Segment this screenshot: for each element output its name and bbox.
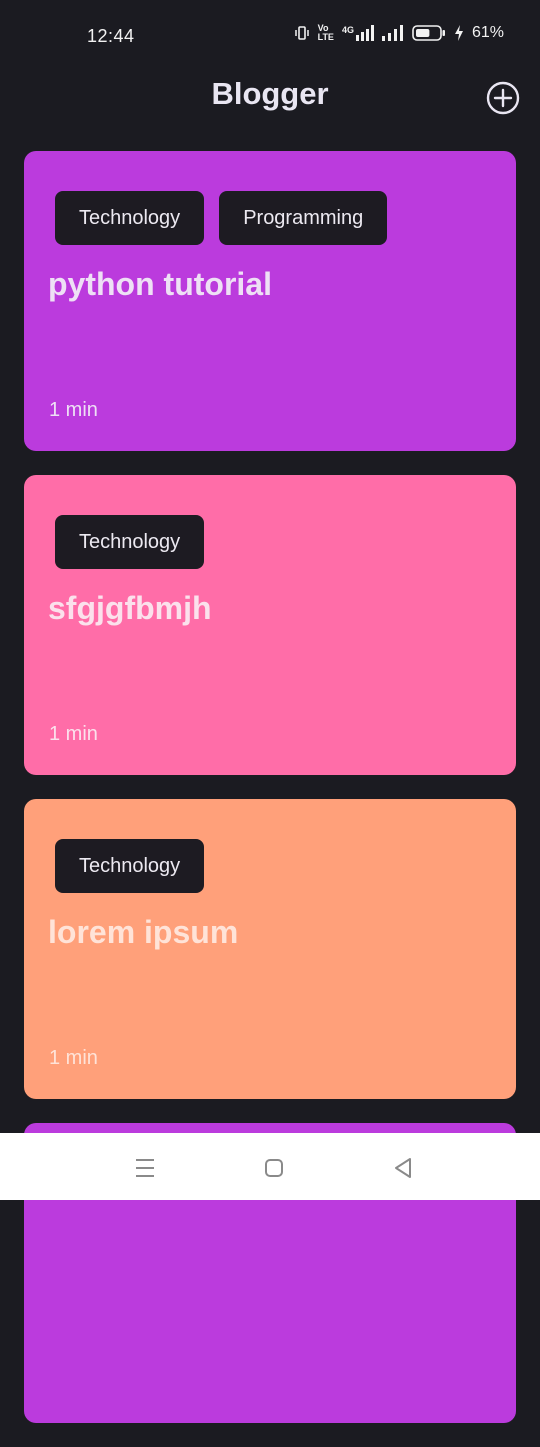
post-read-time: 1 min — [49, 1047, 98, 1069]
tag-chip[interactable]: Technology — [55, 191, 205, 245]
tag-chip[interactable]: Technology — [55, 515, 205, 569]
post-card[interactable]: Technology lorem ipsum 1 min — [24, 799, 516, 1099]
post-read-time: 1 min — [49, 399, 98, 421]
home-square-icon — [265, 1159, 283, 1177]
charging-icon — [454, 25, 464, 41]
battery-percent: 61% — [471, 24, 504, 41]
volte-icon: Vo LTE — [318, 24, 334, 42]
post-title: python tutorial — [48, 266, 272, 302]
home-button[interactable] — [259, 1153, 289, 1183]
tag-list: Technology — [55, 839, 205, 893]
status-icons: Vo LTE 4G 61% — [294, 24, 504, 42]
post-card[interactable]: Technology sfgjgfbmjh 1 min — [24, 475, 516, 775]
tag-chip[interactable]: Programming — [219, 191, 388, 245]
back-triangle-icon — [395, 1158, 411, 1178]
post-title: sfgjgfbmjh — [48, 590, 212, 626]
vibrate-icon — [294, 25, 310, 41]
tag-chip[interactable]: Technology — [55, 839, 205, 893]
status-bar: 12:44 Vo LTE 4G 61% — [0, 0, 540, 72]
post-card[interactable]: Technology Programming python tutorial 1… — [24, 151, 516, 451]
volte-lte-label: LTE — [317, 32, 334, 42]
post-read-time: 1 min — [49, 723, 98, 745]
plus-circle-icon — [486, 81, 520, 115]
signal-icon — [381, 25, 404, 41]
recent-apps-button[interactable] — [130, 1153, 160, 1183]
system-nav-bar — [0, 1133, 540, 1200]
tag-list: Technology — [55, 515, 205, 569]
app-title: Blogger — [211, 76, 329, 111]
back-button[interactable] — [388, 1153, 418, 1183]
status-time: 12:44 — [87, 26, 135, 46]
add-post-button[interactable] — [486, 81, 520, 115]
battery-icon — [412, 25, 446, 41]
post-title: lorem ipsum — [48, 914, 239, 950]
menu-icon — [136, 1159, 154, 1177]
post-feed: Technology Programming python tutorial 1… — [24, 151, 516, 1447]
signal-4g-icon: 4G — [342, 25, 374, 41]
tag-list: Technology Programming — [55, 191, 388, 245]
network-type-label: 4G — [341, 25, 354, 35]
app-bar: Blogger — [0, 72, 540, 124]
